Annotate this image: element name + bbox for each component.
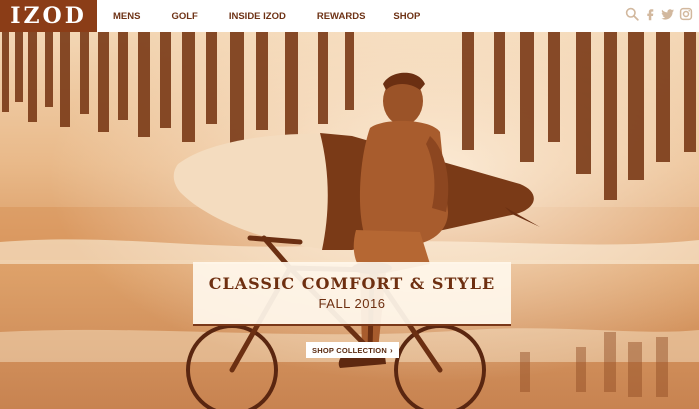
nav-item-shop[interactable]: SHOP <box>393 11 420 22</box>
instagram-icon[interactable] <box>679 7 693 21</box>
izod-logo[interactable]: IZOD <box>0 0 97 32</box>
promo-panel: CLASSIC COMFORT & STYLE FALL 2016 <box>193 262 511 326</box>
twitter-icon[interactable] <box>661 7 675 21</box>
nav-item-inside-izod[interactable]: INSIDE IZOD <box>229 11 286 22</box>
nav-item-golf[interactable]: GOLF <box>171 11 197 22</box>
facebook-icon[interactable] <box>643 7 657 21</box>
shop-collection-button[interactable]: SHOP COLLECTION › <box>306 342 399 358</box>
shop-collection-label: SHOP COLLECTION <box>312 345 387 355</box>
chevron-right-icon: › <box>389 345 393 355</box>
header-icons <box>621 7 693 21</box>
promo-divider <box>193 324 511 326</box>
promo-headline: CLASSIC COMFORT & STYLE <box>208 274 496 293</box>
nav-item-mens[interactable]: MENS <box>113 11 140 22</box>
search-icon[interactable] <box>625 7 639 21</box>
nav-item-rewards[interactable]: REWARDS <box>317 11 366 22</box>
main-nav: MENS GOLF INSIDE IZOD REWARDS SHOP <box>97 0 420 32</box>
site-header: IZOD MENS GOLF INSIDE IZOD REWARDS SHOP <box>0 0 699 32</box>
promo-subheadline: FALL 2016 <box>318 296 386 311</box>
page: IZOD MENS GOLF INSIDE IZOD REWARDS SHOP <box>0 0 699 409</box>
